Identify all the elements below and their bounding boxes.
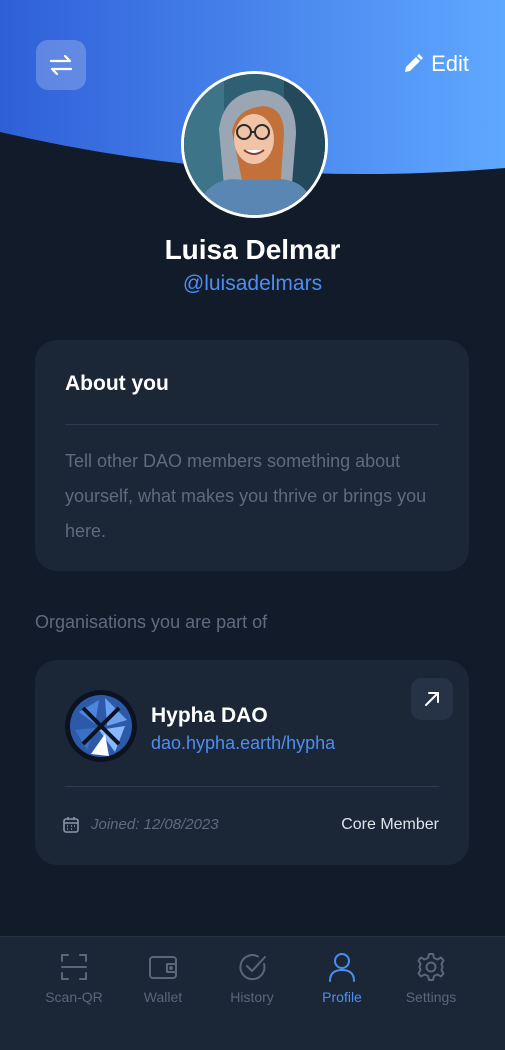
avatar [181, 71, 328, 218]
nav-label-wallet: Wallet [143, 989, 183, 1005]
profile-icon [329, 953, 355, 982]
calendar-icon [63, 817, 79, 833]
org-url[interactable]: dao.hypha.earth/hypha [151, 733, 335, 754]
org-name: Hypha DAO [151, 704, 268, 727]
switch-account-button[interactable] [36, 40, 86, 90]
nav-history[interactable]: History [207, 951, 297, 1005]
organisations-heading: Organisations you are part of [35, 612, 268, 632]
edit-profile-button[interactable]: Edit [403, 50, 469, 78]
nav-profile[interactable]: Profile [297, 951, 387, 1005]
member-role: Core Member [341, 816, 439, 833]
pencil-icon [405, 54, 424, 72]
open-org-button[interactable] [411, 678, 453, 720]
bottom-navigation: Scan-QR Wallet History Profile Settings [0, 936, 505, 1050]
about-placeholder[interactable]: Tell other DAO members something about y… [65, 444, 449, 549]
nav-label-history: History [230, 989, 274, 1005]
about-card[interactable]: About you Tell other DAO members somethi… [35, 340, 469, 571]
joined-label: Joined: 12/08/2023 [91, 816, 219, 833]
hypha-dao-logo [65, 690, 137, 762]
swap-arrows-icon [49, 54, 73, 76]
about-title: About you [65, 372, 169, 395]
nav-scan-qr[interactable]: Scan-QR [29, 951, 119, 1005]
scan-qr-icon [61, 954, 87, 980]
org-divider [65, 786, 439, 787]
profile-handle: @luisadelmars [182, 272, 323, 295]
avatar-photo [184, 74, 325, 215]
organisation-card[interactable]: Hypha DAO dao.hypha.earth/hypha Joined: … [35, 660, 469, 865]
history-icon [239, 954, 266, 981]
edit-label: Edit [431, 51, 469, 76]
wallet-icon [149, 956, 177, 979]
nav-settings[interactable]: Settings [386, 951, 476, 1005]
nav-label-profile: Profile [322, 989, 362, 1005]
about-divider [65, 424, 439, 425]
settings-icon [417, 953, 445, 981]
arrow-up-right-icon [425, 692, 439, 706]
nav-label-scan-qr: Scan-QR [45, 989, 103, 1005]
profile-name: Luisa Delmar [164, 234, 341, 265]
joined-date: Joined: 12/08/2023 [63, 816, 219, 833]
nav-label-settings: Settings [405, 989, 457, 1005]
nav-wallet[interactable]: Wallet [118, 951, 208, 1005]
